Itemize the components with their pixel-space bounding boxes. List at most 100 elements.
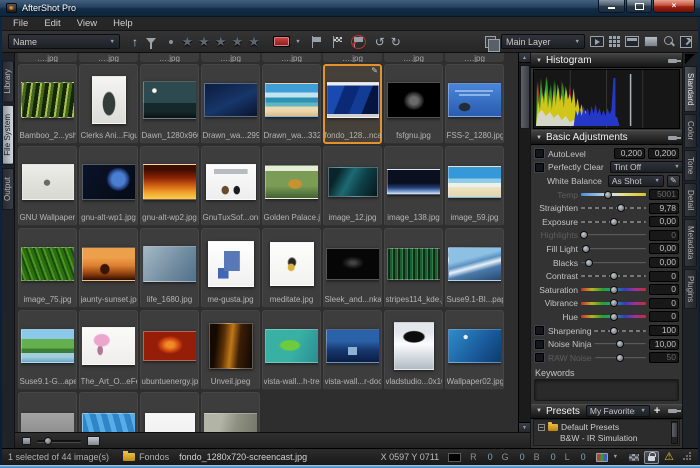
tab-output[interactable]: Output bbox=[2, 168, 14, 210]
collapse-icon[interactable]: ▼ bbox=[536, 58, 542, 64]
pin-icon[interactable] bbox=[668, 409, 677, 413]
checkbox-perfectly-clear[interactable] bbox=[535, 163, 544, 172]
value-field[interactable]: 0,00 bbox=[649, 257, 679, 268]
slider-contrast[interactable] bbox=[581, 272, 646, 281]
presets-favorites-dropdown[interactable]: My Favorites ▼ bbox=[586, 405, 650, 417]
value-field[interactable]: 0,200 bbox=[648, 148, 679, 159]
thumbnail-cell[interactable]: gnu-alt-wp1.jpg bbox=[79, 146, 138, 226]
checkbox-noise-ninja[interactable] bbox=[535, 340, 544, 349]
thumbnail-cell[interactable]: meditate.jpg bbox=[262, 228, 321, 308]
value-field[interactable]: 0,00 bbox=[649, 243, 679, 254]
pin-icon[interactable] bbox=[668, 136, 677, 140]
keywords-input[interactable] bbox=[534, 379, 679, 401]
dropdown-as-shot[interactable]: As Shot▼ bbox=[608, 175, 664, 187]
slider-thumb[interactable] bbox=[610, 218, 618, 226]
thumbnail-cell[interactable]: gnu-alt-wp2.jpg bbox=[140, 146, 199, 226]
slider-temp[interactable] bbox=[581, 190, 646, 199]
thumbnail-cell-cut[interactable]: ….jpg bbox=[384, 53, 443, 62]
thumbnail-cell[interactable] bbox=[18, 392, 77, 432]
tab-detail[interactable]: Detail bbox=[684, 183, 697, 217]
thumbnail-cell-cut[interactable]: ….jpg bbox=[262, 53, 321, 62]
thumbnail-cell[interactable]: me-gusta.jpg bbox=[201, 228, 260, 308]
slider-thumb[interactable] bbox=[585, 259, 593, 267]
magnifier-icon[interactable] bbox=[663, 36, 675, 48]
scroll-down-icon[interactable]: ▼ bbox=[519, 422, 531, 432]
thumbnail-cell[interactable]: stripes114_kde.jpg bbox=[384, 228, 443, 308]
checkbox-autolevel[interactable] bbox=[535, 149, 544, 158]
slider-hue[interactable] bbox=[581, 312, 646, 321]
thumbnail-cell[interactable]: GNU Wallpaper 2.jpg bbox=[18, 146, 77, 226]
slider-exposure[interactable] bbox=[581, 217, 646, 226]
flag-checkered-icon[interactable] bbox=[331, 36, 344, 48]
display-color-icon[interactable] bbox=[596, 453, 608, 462]
preset-b-w-ir-simulation[interactable]: B&W - IR Simulation bbox=[538, 433, 668, 444]
tab-tone[interactable]: Tone bbox=[684, 150, 697, 181]
slider-thumb[interactable] bbox=[610, 286, 618, 294]
presets-header[interactable]: ▼ Presets My Favorites ▼ + bbox=[531, 404, 682, 419]
thumbnail-cell[interactable]: Drawn_wa...332_.jpg bbox=[262, 64, 321, 144]
resize-grip[interactable] bbox=[682, 452, 692, 462]
flag-pick-icon[interactable] bbox=[310, 36, 323, 48]
thumbnail-cell[interactable]: Dawn_1280x960.jpg bbox=[140, 64, 199, 144]
tab-plugins[interactable]: Plugins bbox=[684, 269, 697, 309]
value-field[interactable]: 0 bbox=[649, 311, 679, 322]
dropdown-tint-off[interactable]: Tint Off▼ bbox=[610, 161, 684, 173]
flag-reject-icon[interactable] bbox=[352, 36, 365, 48]
thumbnail-cell[interactable]: vladstudio...0x1024.jpg bbox=[384, 310, 443, 390]
thumbnail-cell[interactable] bbox=[79, 392, 138, 432]
slider-thumb[interactable] bbox=[580, 231, 588, 239]
rotate-right-icon[interactable]: ↻ bbox=[391, 36, 401, 48]
sort-ascending-icon[interactable]: ↑ bbox=[132, 36, 138, 48]
thumbnail-cell[interactable]: jaunty-sunset.jpg bbox=[79, 228, 138, 308]
menu-help[interactable]: Help bbox=[105, 18, 141, 29]
browse-view-icon[interactable] bbox=[625, 36, 639, 47]
collapse-icon[interactable]: ▼ bbox=[536, 135, 542, 141]
thumbnail-cell[interactable]: Unveil.jpeg bbox=[201, 310, 260, 390]
thumbnail-cell[interactable]: ubuntuenergy.jpg bbox=[140, 310, 199, 390]
title-bar[interactable]: AfterShot Pro × bbox=[0, 0, 700, 17]
thumbnail-cell[interactable]: Suse9.1-Bl...papers.jpg bbox=[445, 228, 504, 308]
slider-thumb[interactable] bbox=[610, 299, 618, 307]
slider-thumb[interactable] bbox=[610, 327, 618, 335]
thumbnail-cell[interactable]: Bamboo_2...ysha.jpg bbox=[18, 64, 77, 144]
scroll-up-icon[interactable]: ▲ bbox=[519, 53, 531, 63]
thumbnail-cell[interactable]: Golden Palace.jpg bbox=[262, 146, 321, 226]
value-field[interactable]: 0 bbox=[649, 298, 679, 309]
filter-icon[interactable] bbox=[146, 38, 156, 49]
sort-field-dropdown[interactable]: Name ▼ bbox=[8, 34, 120, 49]
color-label-dropdown-icon[interactable]: ▼ bbox=[295, 39, 300, 45]
scrollbar-thumb[interactable] bbox=[672, 423, 677, 437]
menu-file[interactable]: File bbox=[5, 18, 36, 29]
thumbnail-cell-cut[interactable]: ….jpg bbox=[323, 53, 382, 62]
menu-view[interactable]: View bbox=[69, 18, 105, 29]
add-preset-button[interactable]: + bbox=[654, 406, 660, 417]
slider-thumb[interactable] bbox=[582, 245, 590, 253]
thumbnail-cell-cut[interactable]: ….jpg bbox=[18, 53, 77, 62]
tab-file-system[interactable]: File System bbox=[2, 105, 14, 165]
thumbnail-cell[interactable]: Clerks Ani...Figure.jpg bbox=[79, 64, 138, 144]
slider-thumb[interactable] bbox=[610, 272, 618, 280]
layer-manager-icon[interactable] bbox=[485, 36, 496, 48]
maximize-button[interactable] bbox=[626, 0, 652, 13]
slider-highlights[interactable] bbox=[581, 231, 646, 240]
thumbnail-cell[interactable] bbox=[140, 392, 199, 432]
slider-thumb[interactable] bbox=[610, 313, 618, 321]
thumbnail-cell[interactable]: fsfgnu.jpg bbox=[384, 64, 443, 144]
value-field[interactable]: 0,200 bbox=[614, 148, 645, 159]
histogram-header[interactable]: ▼ Histogram bbox=[531, 53, 682, 68]
eyedropper-button[interactable]: ✎ bbox=[667, 175, 680, 187]
thumbnail-size-slider[interactable] bbox=[37, 440, 81, 442]
star-icon[interactable]: ★ bbox=[231, 35, 243, 48]
value-field[interactable]: 0 bbox=[649, 230, 679, 241]
star-icon[interactable]: ★ bbox=[248, 35, 260, 48]
star-icon[interactable]: ★ bbox=[198, 35, 210, 48]
thumbnail-scrollbar[interactable]: ▲ ▼ bbox=[518, 53, 530, 432]
slider-raw-noise[interactable] bbox=[595, 353, 646, 362]
thumbnail-cell[interactable]: Suse9.1-G...apers.jpg bbox=[18, 310, 77, 390]
slider-thumb[interactable] bbox=[44, 437, 52, 445]
slider-sharpening[interactable] bbox=[594, 326, 646, 335]
large-thumbnail-icon[interactable] bbox=[87, 436, 100, 446]
checkbox-sharpening[interactable] bbox=[535, 326, 544, 335]
slider-fill-light[interactable] bbox=[581, 244, 646, 253]
thumbnail-cell[interactable]: FSS-2_1280.jpg bbox=[445, 64, 504, 144]
